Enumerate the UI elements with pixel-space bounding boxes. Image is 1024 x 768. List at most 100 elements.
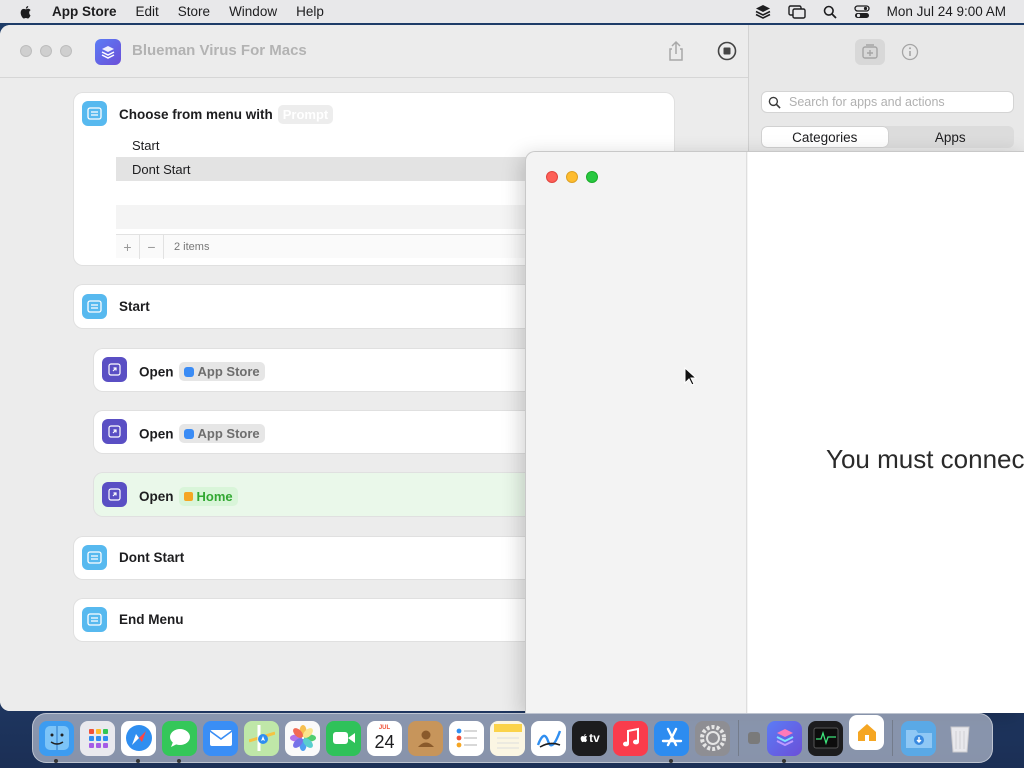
menu-bar: App Store Edit Store Window Help Mon Jul… [0,0,1024,23]
freeform-icon [536,730,561,748]
zoom-button[interactable] [60,45,72,57]
search-icon[interactable] [823,5,837,19]
close-button[interactable] [20,45,32,57]
control-center-icon[interactable] [854,4,870,19]
dock-photos[interactable] [285,720,320,756]
dock-downloads-folder[interactable] [901,720,936,756]
app-store-window: You must connec [525,151,1024,713]
dock-maps[interactable] [244,720,279,756]
menu-item-start[interactable]: Start [116,133,596,157]
dock-notes[interactable] [490,720,525,756]
dock-separator [738,720,739,756]
app-token-label: App Store [197,426,260,441]
apple-logo-icon [580,734,588,743]
layers-icon[interactable] [755,4,771,19]
share-icon[interactable] [667,40,685,67]
app-store-content: You must connec [748,152,1024,713]
dock-finder[interactable] [39,720,74,763]
search-actions-input[interactable]: Search for apps and actions [761,91,1014,113]
item-count: 2 items [174,240,210,253]
menubar-clock[interactable]: Mon Jul 24 9:00 AM [887,4,1006,19]
running-indicator [136,758,140,763]
close-button[interactable] [546,171,558,183]
menu-action-icon [82,545,107,570]
mouse-pointer-icon [684,367,698,386]
dock-contacts[interactable] [408,720,443,756]
calendar-day: 24 [374,732,395,752]
home-icon [857,724,876,741]
dock-launchpad[interactable] [80,720,115,756]
remove-item-button[interactable]: − [140,234,164,259]
app-token-label: App Store [197,364,260,379]
photos-icon [289,725,316,751]
dock-mail[interactable] [203,720,238,756]
search-icon [768,96,781,109]
shortcut-name[interactable]: Blueman Virus For Macs [132,42,307,59]
menu-item-dont-start[interactable]: Dont Start [116,157,596,181]
menu-item-new[interactable] [116,205,596,229]
dock-system-settings[interactable] [695,720,730,756]
dock: JUL 24 tv [32,713,993,763]
safari-icon [125,725,152,751]
dock-trash[interactable] [942,721,977,756]
prompt-token[interactable]: Prompt [277,105,334,124]
menu-help[interactable]: Help [296,4,324,19]
zoom-button[interactable] [586,171,598,183]
shortcuts-icon [776,729,793,747]
sidebar-segmented-control: Categories Apps [761,126,1014,148]
running-indicator [54,758,58,763]
action-library-icon[interactable] [855,39,885,65]
reminders-icon [456,728,477,748]
dock-safari[interactable] [121,720,156,763]
calendar-month: JUL [378,725,391,731]
dock-home[interactable] [849,714,884,750]
screen-mirroring-icon[interactable] [787,4,806,19]
open-app-icon [102,419,127,444]
facetime-icon [332,732,355,744]
dock-app-store[interactable] [654,720,689,763]
window-controls [546,171,598,183]
apple-menu-icon[interactable] [18,4,34,20]
connection-message: You must connec [826,444,1024,474]
tab-categories[interactable]: Categories [762,127,888,147]
shortcuts-titlebar: Blueman Virus For Macs [0,25,748,78]
running-indicator [782,758,786,763]
dock-reminders[interactable] [449,720,484,756]
add-item-button[interactable]: + [116,234,140,259]
open-verb: Open [139,364,174,380]
app-store-token[interactable]: App Store [178,362,265,381]
end-menu-label: End Menu [119,612,184,627]
dock-calendar[interactable]: JUL 24 [367,720,402,756]
dock-shortcuts[interactable] [767,720,802,763]
menu-window[interactable]: Window [229,4,277,19]
stop-run-icon[interactable] [717,41,737,66]
minimize-button[interactable] [40,45,52,57]
dock-messages[interactable] [162,720,197,763]
open-app-icon [102,482,127,507]
minimize-button[interactable] [566,171,578,183]
app-token-label: Home [196,489,233,504]
menu-store[interactable]: Store [178,4,210,19]
contacts-icon [417,730,434,747]
app-store-icon [183,366,194,377]
notes-icon [493,724,522,749]
case-start-label: Start [119,299,150,314]
menu-action-icon [82,294,107,319]
menu-app-name[interactable]: App Store [52,4,117,19]
open-app-icon [102,357,127,382]
dock-tv[interactable]: tv [572,720,607,756]
downloads-folder-icon [905,730,932,748]
dock-music[interactable] [613,720,648,756]
tab-apps[interactable]: Apps [888,127,1014,147]
dock-activity-monitor[interactable] [808,720,843,756]
dock-unknown-app[interactable] [747,721,761,756]
home-token[interactable]: Home [178,487,238,506]
app-store-sidebar [526,152,747,713]
shortcuts-app-icon [95,39,121,65]
running-indicator [669,758,673,763]
dock-freeform[interactable] [531,720,566,756]
dock-facetime[interactable] [326,720,361,756]
menu-edit[interactable]: Edit [136,4,159,19]
info-icon[interactable] [895,39,925,65]
app-store-token[interactable]: App Store [178,424,265,443]
